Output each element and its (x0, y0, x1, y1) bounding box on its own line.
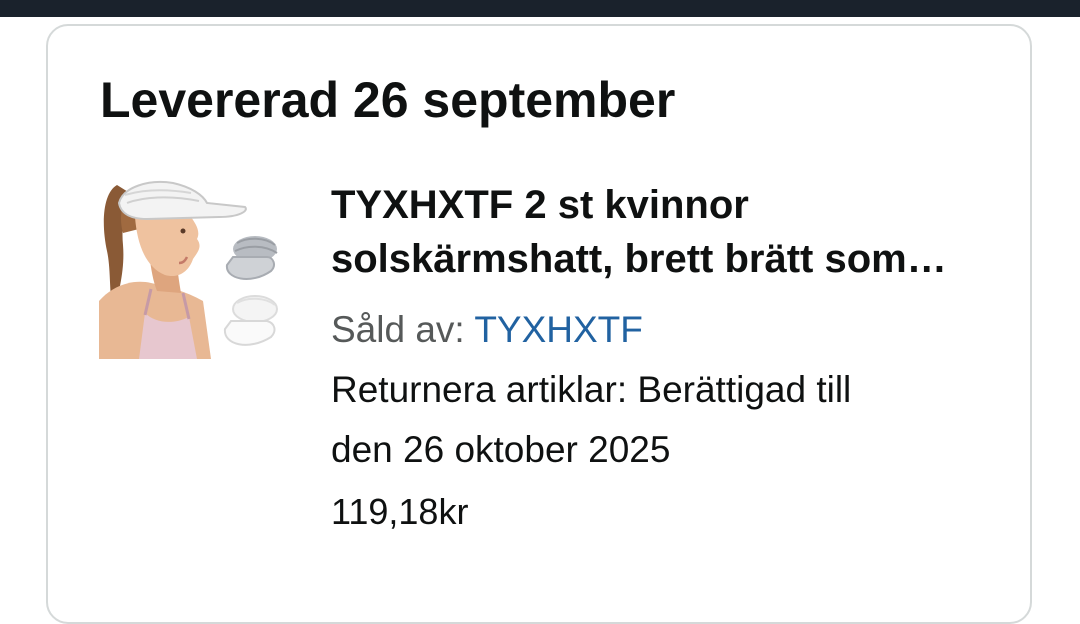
product-image[interactable] (99, 173, 281, 359)
delivery-status-heading: Levererad 26 september (100, 72, 676, 128)
seller-link[interactable]: TYXHXTF (474, 309, 643, 350)
sold-by-label: Såld av: (331, 309, 465, 350)
return-eligibility-line-2: den 26 oktober 2025 (331, 429, 671, 470)
return-eligibility-line-1: Returnera artiklar: Berättigad till (331, 369, 852, 410)
item-price: 119,18kr (331, 491, 469, 532)
product-title-link[interactable]: TYXHXTF 2 st kvinnor solskärmshatt, bret… (331, 178, 981, 286)
status-bar (0, 0, 1080, 17)
sold-by-line: Såld av: TYXHXTF (331, 308, 643, 352)
